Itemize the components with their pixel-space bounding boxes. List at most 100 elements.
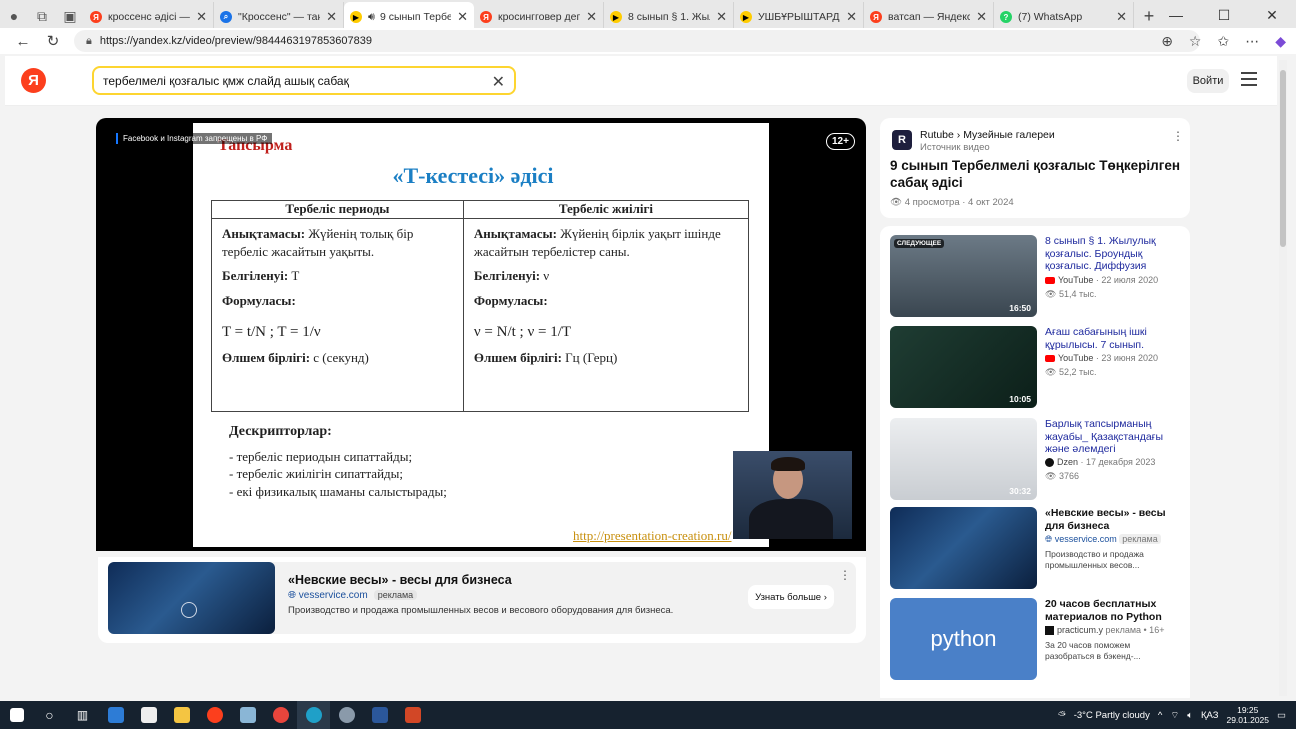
close-icon[interactable]: ✕ (846, 9, 857, 25)
notifications-icon[interactable]: ▭ (1277, 710, 1286, 721)
login-button[interactable]: Войти (1187, 69, 1229, 93)
address-bar[interactable]: 🔒︎ https://yandex.kz/video/preview/98444… (74, 30, 1200, 52)
yandex-video-page: Я тербелмелі қозғалыс қмж слайд ашық саб… (5, 56, 1277, 698)
video-source-sub: Источник видео (920, 142, 990, 153)
yandex-icon: Я (90, 11, 102, 23)
presenter-webcam (733, 451, 852, 539)
close-icon[interactable]: ✕ (976, 9, 987, 25)
eye-icon: 👁︎ (1045, 289, 1059, 299)
close-icon[interactable]: ✕ (196, 9, 207, 25)
word-icon[interactable] (363, 701, 396, 729)
ad-domain[interactable]: 🌐︎ vesservice.com реклама (288, 590, 418, 601)
close-icon[interactable]: ✕ (716, 9, 727, 25)
more-vert-icon[interactable]: ⋮ (1172, 129, 1184, 143)
clock[interactable]: 19:25 29.01.2025 (1226, 705, 1269, 725)
task-view-icon[interactable]: ▥ (66, 701, 99, 729)
related-item[interactable]: 10:05 Ағаш сабағының ішкі құрылысы. 7 сы… (890, 326, 1182, 408)
watermark-notice: Facebook и Instagram запрещены в РФ (116, 133, 273, 144)
eye-icon: 👁︎ (890, 197, 905, 208)
related-ad[interactable]: «Невские весы» - весы для бизнеса 🌐︎ ves… (890, 507, 1182, 589)
more-vert-icon[interactable]: ⋮ (839, 568, 851, 582)
windows-taskbar: ○ ▥ ⛅︎ -3°C Partly cloudy ^ ⌔ 🔈︎ ҚАЗ 19:… (0, 701, 1296, 729)
page-scrollbar[interactable] (1279, 60, 1287, 696)
ad-text: Производство и продажа промышленных весо… (288, 605, 674, 616)
edge-icon[interactable] (297, 701, 330, 729)
powerpoint-icon[interactable] (396, 701, 429, 729)
presentation-slide: Тапсырма «Т-кестесі» әдісі Тербеліс пери… (193, 123, 769, 547)
yandex-browser-icon[interactable] (198, 701, 231, 729)
url-text: https://yandex.kz/video/preview/98444631… (99, 35, 373, 47)
yandex-icon: Я (480, 11, 492, 23)
play-icon: ▶ (610, 11, 622, 23)
whatsapp-icon: ? (1000, 11, 1012, 23)
search-input[interactable]: тербелмелі қозғалыс қмж слайд ашық сабақ… (92, 66, 516, 95)
play-icon: ▶ (350, 11, 362, 23)
favorites-icon[interactable]: ✩ (1217, 33, 1229, 50)
close-icon[interactable]: ✕ (1116, 9, 1127, 25)
eye-icon: 👁︎ (1045, 367, 1059, 377)
video-thumbnail[interactable]: СЛЕДУЮЩЕЕ 16:50 (890, 235, 1037, 317)
video-info-card: R Rutube › Музейные галереи Источник вид… (880, 118, 1190, 218)
video-thumbnail[interactable]: 30:32 (890, 418, 1037, 500)
refresh-icon[interactable]: ↻ (38, 32, 68, 50)
slide-title: «Т-кестесі» әдісі (392, 163, 554, 188)
ad-card[interactable]: «Невские весы» - весы для бизнеса 🌐︎ ves… (98, 557, 866, 643)
chevron-up-icon[interactable]: ^ (1158, 710, 1162, 721)
clear-icon[interactable]: ✕ (492, 72, 505, 92)
settings-icon[interactable] (330, 701, 363, 729)
ad-image[interactable] (108, 562, 275, 634)
practicum-icon (1045, 626, 1054, 636)
related-item[interactable]: 30:32 Барлық тапсырманың жауабы_ Қазақст… (890, 418, 1182, 500)
descriptors: Дескрипторлар: - тербеліс периодын сипат… (229, 424, 447, 499)
speaker-icon[interactable]: 🔊︎ (368, 11, 375, 24)
learn-more-button[interactable]: Узнать больше › (748, 585, 834, 609)
search-icon[interactable]: ○ (33, 701, 66, 729)
col2-formula: ν = N/t ; ν = 1/T (473, 323, 572, 340)
start-icon[interactable] (0, 701, 33, 729)
app-available-icon[interactable]: ⊕ (1161, 33, 1173, 50)
t-table: Тербеліс периоды Тербеліс жиілігі Анықта… (211, 200, 750, 412)
col1-formula: T = t/N ; T = 1/ν (222, 323, 321, 340)
video-meta: 👁︎ 4 просмотра · 4 окт 2024 (890, 197, 1014, 208)
related-item[interactable]: СЛЕДУЮЩЕЕ 16:50 8 сынып § 1. Жылулық қоз… (890, 235, 1182, 317)
close-icon[interactable]: ✕ (457, 9, 468, 25)
page-header: Я тербелмелі қозғалыс қмж слайд ашық саб… (5, 56, 1277, 106)
col1-cell: Анықтамасы: Жүйенің толық бір тербеліс ж… (211, 218, 464, 412)
favorite-star-icon[interactable]: ☆ (1189, 33, 1202, 50)
volume-icon[interactable]: 🔈︎ (1187, 710, 1193, 721)
back-icon[interactable]: ← (8, 33, 38, 50)
store-icon[interactable] (99, 701, 132, 729)
eye-icon: 👁︎ (1045, 471, 1059, 481)
language-indicator[interactable]: ҚАЗ (1201, 710, 1219, 721)
explorer-icon[interactable] (165, 701, 198, 729)
related-ad[interactable]: python 20 часов бесплатных материалов по… (890, 598, 1182, 680)
weather-icon[interactable]: ⛅︎ (1058, 710, 1066, 721)
video-player[interactable]: Тапсырма «Т-кестесі» әдісі Тербеліс пери… (96, 118, 866, 551)
globe-icon: 🌐︎ (1045, 534, 1055, 544)
mail-icon[interactable] (132, 701, 165, 729)
chrome-icon[interactable] (264, 701, 297, 729)
search-icon: ⌕ (220, 11, 232, 23)
more-icon[interactable]: ⋯ (1245, 33, 1259, 50)
col2-cell: Анықтамасы: Жүйенің бірлік уақыт ішінде … (462, 218, 750, 412)
copilot-icon[interactable]: ◆ (1275, 33, 1286, 50)
rutube-icon: R (892, 130, 912, 150)
ad-thumbnail[interactable]: python (890, 598, 1037, 680)
youtube-icon (1045, 277, 1055, 285)
weather-text[interactable]: -3°C Partly cloudy (1074, 710, 1150, 721)
video-source[interactable]: Rutube › Музейные галереи (920, 129, 1055, 141)
dzen-icon (1045, 458, 1054, 468)
menu-icon[interactable] (1241, 72, 1257, 90)
close-icon[interactable]: ✕ (586, 9, 597, 25)
yandex-logo[interactable]: Я (21, 68, 46, 93)
app-icon[interactable] (231, 701, 264, 729)
close-icon[interactable]: ✕ (326, 9, 337, 25)
video-thumbnail[interactable]: 10:05 (890, 326, 1037, 408)
ad-thumbnail[interactable] (890, 507, 1037, 589)
lock-icon: 🔒︎ (86, 34, 92, 47)
video-title: 9 сынып Тербелмелі қозғалыс Төңкерілген … (890, 158, 1181, 190)
network-icon[interactable]: ⌔ (1170, 710, 1179, 721)
play-icon: ▶ (740, 11, 752, 23)
ad-title[interactable]: «Невские весы» - весы для бизнеса (288, 573, 512, 587)
slide-link: http://presentation-creation.ru/ (573, 528, 732, 543)
